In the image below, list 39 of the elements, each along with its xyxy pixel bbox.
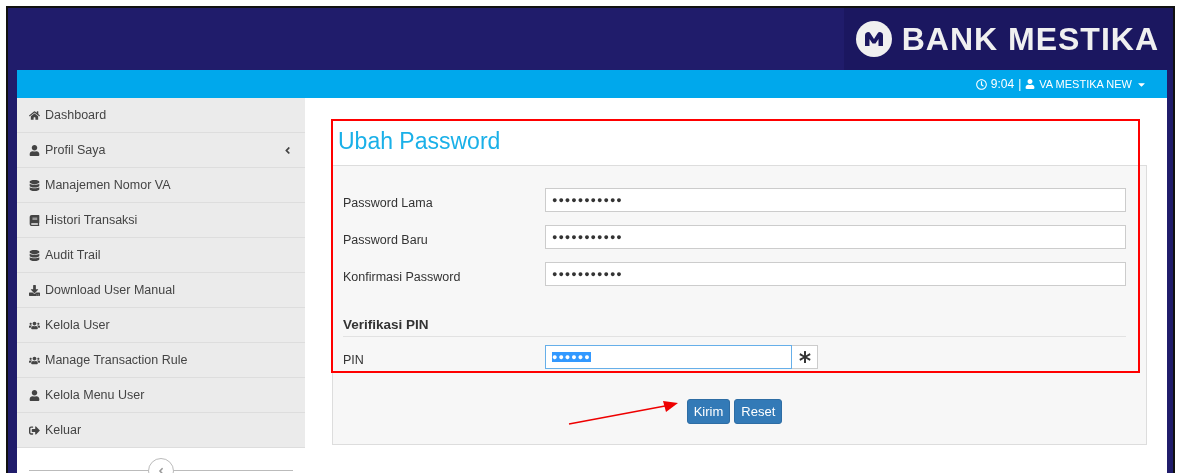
field-label: PIN xyxy=(343,352,365,367)
sidebar-item[interactable]: Download User Manual xyxy=(17,273,305,308)
submit-button[interactable]: Kirim xyxy=(686,399,731,424)
sidebar-item[interactable]: Histori Transaksi xyxy=(17,203,305,238)
page-title: Ubah Password xyxy=(338,128,502,155)
chevron-left-icon xyxy=(156,466,166,473)
book-icon xyxy=(29,214,40,226)
asterisk-icon xyxy=(798,351,811,363)
user-icon xyxy=(1025,79,1036,89)
home-icon xyxy=(29,109,40,121)
section-title: Verifikasi PIN xyxy=(343,299,1126,337)
sidebar-item[interactable]: Audit Trail xyxy=(17,238,305,273)
users-icon xyxy=(29,319,40,331)
brand-name: BANK MESTIKA xyxy=(901,20,1159,58)
time-text: 9:04 xyxy=(990,77,1015,91)
sidebar-item[interactable]: Manajemen Nomor VA xyxy=(17,168,305,203)
download-icon xyxy=(29,284,40,296)
user-icon xyxy=(29,144,40,156)
logo-icon xyxy=(855,21,892,57)
sidebar-item[interactable]: Kelola Menu User xyxy=(17,378,305,413)
pin-value: ●●●●●● xyxy=(552,352,591,362)
field-label: Password Baru xyxy=(343,232,429,247)
password-field[interactable]: ●●●●●●●●●●● xyxy=(545,225,1126,249)
password-field[interactable]: ●●●●●●●●●●● xyxy=(545,262,1126,286)
sidebar-item[interactable]: Dashboard xyxy=(17,98,305,133)
sidebar-item[interactable]: Profil Saya xyxy=(17,133,305,168)
field-label: Konfirmasi Password xyxy=(343,269,462,284)
user-icon xyxy=(29,389,40,401)
database-icon xyxy=(29,249,40,261)
database-icon xyxy=(29,179,40,191)
sidebar-item[interactable]: Kelola User xyxy=(17,308,305,343)
sign-out-icon xyxy=(29,424,40,436)
separator-text: | xyxy=(1018,77,1022,91)
field-label: Password Lama xyxy=(343,195,434,210)
clock-icon xyxy=(975,78,987,90)
users-icon xyxy=(29,354,40,366)
password-field[interactable]: ●●●●●●●●●●● xyxy=(545,188,1126,212)
reset-button[interactable]: Reset xyxy=(734,399,783,424)
sidebar-item[interactable]: Manage Transaction Rule xyxy=(17,343,305,378)
